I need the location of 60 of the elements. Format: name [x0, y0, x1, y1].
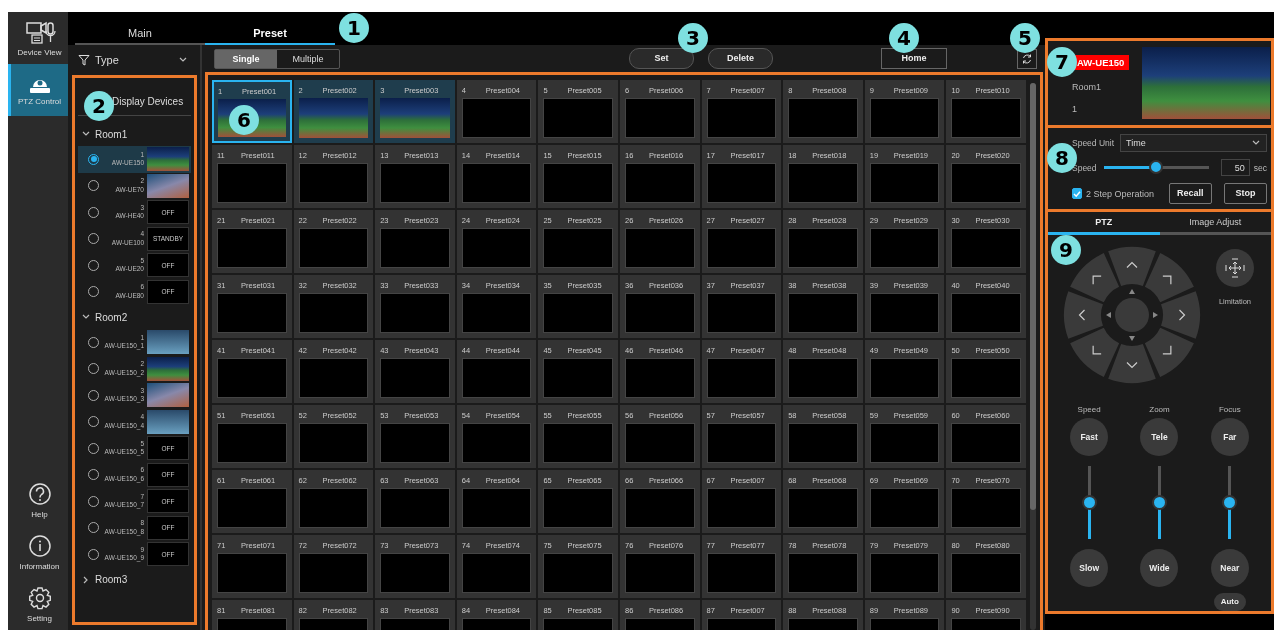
- mode-toggle-button[interactable]: Multiple: [277, 49, 339, 68]
- nav-button[interactable]: Setting: [8, 578, 68, 630]
- photo-placeholder: [147, 173, 189, 198]
- room-toggle[interactable]: Room3: [78, 567, 191, 592]
- slider-thumb[interactable]: [1081, 494, 1097, 510]
- speed-slider[interactable]: [1103, 160, 1209, 175]
- four-way-arrow-icon: [1224, 257, 1246, 279]
- scrollbar[interactable]: [1030, 83, 1036, 630]
- room-name: Room1: [1072, 82, 1101, 92]
- photo-placeholder: [147, 147, 189, 172]
- filter-icon: [78, 54, 90, 66]
- speed-unit-dropdown[interactable]: Time: [1120, 134, 1267, 152]
- slider-thumb[interactable]: [1149, 160, 1164, 174]
- control-button[interactable]: Near: [1210, 549, 1249, 587]
- type-filter-dropdown[interactable]: Type: [68, 45, 198, 75]
- camera-number: 1: [1072, 104, 1077, 114]
- room-toggle[interactable]: Room1: [78, 122, 191, 146]
- control-button[interactable]: Slow: [1070, 549, 1109, 587]
- set-button[interactable]: Set: [629, 48, 694, 69]
- control-button[interactable]: Tele: [1140, 418, 1179, 456]
- stop-button[interactable]: Stop: [1223, 183, 1267, 204]
- control-button[interactable]: Wide: [1140, 549, 1179, 587]
- tab[interactable]: Image Adjust: [1159, 212, 1271, 235]
- checkbox[interactable]: [1072, 188, 1082, 199]
- photo-placeholder: [147, 356, 189, 381]
- field-label: Speed: [1072, 162, 1098, 173]
- tab[interactable]: PTZ: [1048, 212, 1160, 235]
- refresh-icon: [1021, 52, 1033, 65]
- recall-button[interactable]: Recall: [1168, 183, 1212, 204]
- auto-button[interactable]: Auto: [1213, 593, 1246, 611]
- checkbox-label: 2 Step Operation: [1086, 188, 1156, 199]
- photo-placeholder: [147, 409, 189, 434]
- tab[interactable]: Main: [75, 12, 205, 45]
- nav-button[interactable]: Help: [8, 474, 68, 526]
- camera-microphone-icon: [23, 19, 56, 45]
- control-button[interactable]: Fast: [1070, 418, 1109, 456]
- mode-toggle-button[interactable]: Single: [215, 49, 277, 68]
- photo-placeholder: [147, 330, 189, 355]
- limitation-button[interactable]: [1216, 249, 1254, 287]
- nav-button[interactable]: Information: [8, 526, 68, 578]
- control-button[interactable]: Far: [1210, 418, 1249, 456]
- field-label: Speed Unit: [1072, 138, 1116, 148]
- checkmark-icon: [1073, 189, 1081, 198]
- vertical-slider[interactable]: [1081, 466, 1097, 539]
- slider-thumb[interactable]: [1152, 494, 1167, 510]
- vertical-slider[interactable]: [1222, 466, 1238, 539]
- room-toggle[interactable]: Room2: [78, 305, 191, 329]
- control-label: Zoom: [1149, 405, 1170, 414]
- direction-button[interactable]: [1070, 253, 1120, 303]
- control-label: Speed: [1077, 405, 1101, 414]
- speed-value-field[interactable]: 50: [1220, 159, 1250, 176]
- nav-button[interactable]: Device View: [8, 12, 68, 64]
- control-label: Focus: [1218, 405, 1241, 414]
- delete-button[interactable]: Delete: [708, 48, 773, 69]
- unit-label: sec: [1253, 162, 1267, 173]
- nav-button[interactable]: PTZ Control: [8, 64, 68, 116]
- tab[interactable]: Preset: [205, 12, 335, 45]
- photo-placeholder: [147, 383, 189, 408]
- vertical-slider[interactable]: [1152, 466, 1167, 539]
- slider-thumb[interactable]: [1222, 494, 1238, 510]
